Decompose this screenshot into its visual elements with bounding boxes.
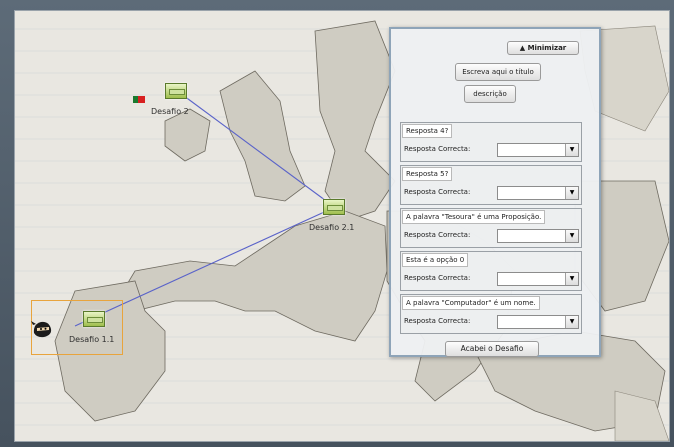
- title-input[interactable]: Escreva aqui o título: [455, 63, 541, 81]
- ninja-avatar-icon: [31, 321, 52, 338]
- minimize-button[interactable]: ▲ Minimizar: [507, 41, 579, 55]
- challenge-editor-panel: ▲ Minimizar Escreva aqui o título descri…: [389, 27, 601, 357]
- minimize-label: Minimizar: [527, 44, 567, 52]
- question-text[interactable]: Esta é a opção 0: [402, 253, 469, 267]
- chevron-up-icon: ▲: [519, 44, 526, 52]
- portugal-flag-icon: [133, 96, 145, 103]
- challenge-node-icon: [165, 83, 187, 99]
- answer-dropdown[interactable]: ▼: [497, 315, 579, 329]
- finish-challenge-button[interactable]: Acabei o Desafio: [445, 341, 539, 357]
- question-card: Esta é a opção 0 Resposta Correcta: ▼: [400, 251, 582, 291]
- dropdown-arrow-icon: ▼: [565, 230, 578, 242]
- question-text[interactable]: A palavra "Tesoura" é uma Proposição.: [402, 210, 546, 224]
- answer-dropdown[interactable]: ▼: [497, 186, 579, 200]
- answer-label: Resposta Correcta:: [404, 274, 471, 282]
- answer-dropdown[interactable]: ▼: [497, 229, 579, 243]
- dropdown-arrow-icon: ▼: [565, 187, 578, 199]
- node-label: Desafio 1.1: [69, 335, 115, 344]
- dropdown-arrow-icon: ▼: [565, 144, 578, 156]
- question-text[interactable]: A palavra "Computador" é um nome.: [402, 296, 540, 310]
- node-label: Desafio 2.1: [309, 223, 355, 232]
- question-text[interactable]: Resposta 5?: [402, 167, 453, 181]
- dropdown-arrow-icon: ▼: [565, 316, 578, 328]
- answer-dropdown[interactable]: ▼: [497, 143, 579, 157]
- question-card: Resposta 5? Resposta Correcta: ▼: [400, 165, 582, 205]
- answer-label: Resposta Correcta:: [404, 145, 471, 153]
- node-label: Desafio 2: [151, 107, 189, 116]
- question-text[interactable]: Resposta 4?: [402, 124, 453, 138]
- answer-label: Resposta Correcta:: [404, 188, 471, 196]
- question-card: A palavra "Computador" é um nome. Respos…: [400, 294, 582, 334]
- app-frame: Desafio 2 Desafio 2.1 Desafio 1.1 ▲ Mini…: [0, 0, 674, 447]
- challenge-node-icon: [83, 311, 105, 327]
- answer-dropdown[interactable]: ▼: [497, 272, 579, 286]
- dropdown-arrow-icon: ▼: [565, 273, 578, 285]
- answer-label: Resposta Correcta:: [404, 231, 471, 239]
- europe-map[interactable]: Desafio 2 Desafio 2.1 Desafio 1.1 ▲ Mini…: [14, 10, 670, 442]
- challenge-node-icon: [323, 199, 345, 215]
- question-card: A palavra "Tesoura" é uma Proposição. Re…: [400, 208, 582, 248]
- description-input[interactable]: descrição: [464, 85, 516, 103]
- question-card: Resposta 4? Resposta Correcta: ▼: [400, 122, 582, 162]
- answer-label: Resposta Correcta:: [404, 317, 471, 325]
